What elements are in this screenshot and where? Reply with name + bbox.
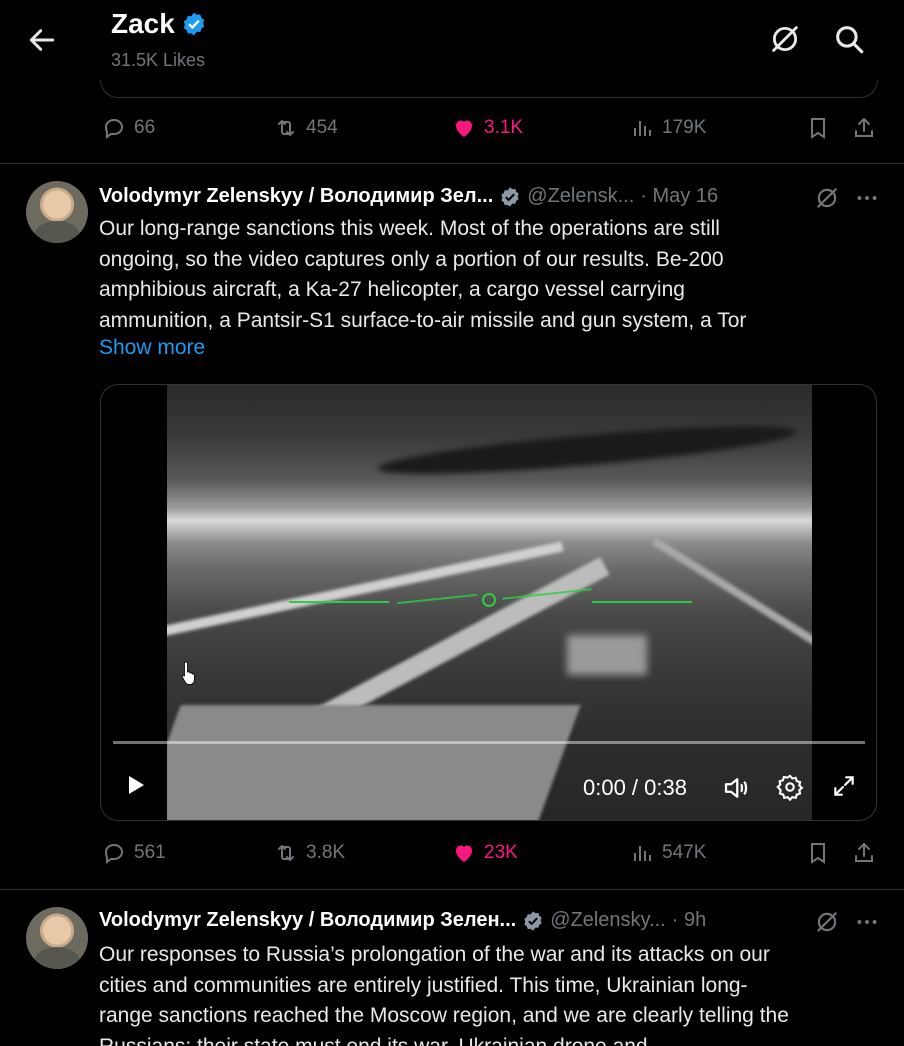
more-icon[interactable] xyxy=(854,185,880,211)
hud-line xyxy=(592,601,692,603)
cursor-icon xyxy=(181,661,195,685)
heart-icon xyxy=(456,120,472,137)
play-icon[interactable] xyxy=(123,773,147,797)
repost-icon xyxy=(278,120,294,136)
tweet-actions: 561 3.8K 23K 547K xyxy=(100,837,880,873)
profile-header: Zack 31.5K Likes xyxy=(0,0,904,80)
views-button[interactable]: 547K xyxy=(630,841,706,865)
views-icon xyxy=(634,121,651,136)
tweet-header: Volodymyr Zelenskyy / Володимир Зел... @… xyxy=(99,185,718,208)
text-line: Our long-range sanctions this week. Most… xyxy=(99,217,720,240)
text-line: ammunition, a Pantsir-S1 surface-to-air … xyxy=(99,308,747,332)
views-count: 179K xyxy=(662,117,707,138)
avatar[interactable] xyxy=(26,181,88,243)
settings-icon[interactable] xyxy=(776,773,804,801)
repost-button[interactable]: 3.8K xyxy=(274,841,345,865)
text-line: Our responses to Russia’s prolongation o… xyxy=(99,943,770,966)
reply-button[interactable]: 561 xyxy=(102,841,166,865)
video-player[interactable]: 0:00 / 0:38 xyxy=(100,384,877,821)
text-line: Russians: their state must end its war. … xyxy=(99,1034,648,1046)
grok-icon[interactable] xyxy=(814,185,840,211)
back-arrow-icon[interactable] xyxy=(26,24,58,56)
reply-icon xyxy=(104,118,124,139)
text-line: cities and communities are entirely just… xyxy=(99,973,748,997)
repost-count: 454 xyxy=(306,117,338,138)
share-icon xyxy=(855,842,873,862)
reply-icon xyxy=(104,843,124,864)
tweet-text: Our long-range sanctions this week. Most… xyxy=(99,214,869,336)
repost-icon xyxy=(278,845,294,861)
text-line: ongoing, so the video captures only a po… xyxy=(99,247,724,271)
repost-count: 3.8K xyxy=(306,842,346,863)
cloud-band xyxy=(376,416,798,484)
views-icon xyxy=(634,846,651,861)
share-icon xyxy=(855,117,873,137)
verified-icon xyxy=(524,910,542,931)
grok-icon[interactable] xyxy=(768,22,802,56)
verified-icon xyxy=(501,186,519,207)
search-icon[interactable] xyxy=(832,22,866,56)
hud-line xyxy=(397,593,477,605)
author-handle[interactable]: @Zelensk... xyxy=(527,185,634,208)
hud-reticle xyxy=(482,593,496,607)
volume-icon[interactable] xyxy=(721,773,751,803)
hud-line xyxy=(289,601,389,603)
author-name[interactable]: Volodymyr Zelenskyy / Володимир Зел... xyxy=(99,185,493,208)
hangars xyxy=(567,635,647,675)
like-button[interactable]: 23K xyxy=(452,841,518,865)
views-count: 547K xyxy=(662,842,707,863)
video-time: 0:00 / 0:38 xyxy=(583,775,687,800)
video-progress-bar[interactable] xyxy=(113,741,865,744)
tweet-time[interactable]: · May 16 xyxy=(640,185,718,208)
like-button[interactable]: 3.1K xyxy=(452,116,523,140)
more-icon[interactable] xyxy=(854,909,880,935)
runway-apron xyxy=(167,705,581,820)
tweet-header-actions xyxy=(814,909,880,935)
heart-icon xyxy=(456,845,472,862)
tweet-text: Our responses to Russia’s prolongation o… xyxy=(99,940,879,1046)
tweet-actions: 66 454 3.1K 179K xyxy=(100,112,880,148)
runway-stripe xyxy=(651,537,812,661)
show-more-link[interactable]: Show more xyxy=(99,336,205,360)
like-count: 3.1K xyxy=(484,117,524,138)
tweet-time[interactable]: · 9h xyxy=(672,909,706,932)
share-button[interactable] xyxy=(852,116,876,140)
text-line: range sanctions reached the Moscow regio… xyxy=(99,1004,789,1027)
bookmark-icon xyxy=(811,118,825,139)
tweet-header-actions xyxy=(814,185,880,211)
author-name[interactable]: Volodymyr Zelenskyy / Володимир Зелен... xyxy=(99,909,516,932)
reply-count: 561 xyxy=(134,842,166,863)
text-line: amphibious aircraft, a Ka-27 helicopter,… xyxy=(99,278,685,301)
views-button[interactable]: 179K xyxy=(630,116,706,140)
tweet[interactable]: Volodymyr Zelenskyy / Володимир Зелен...… xyxy=(0,889,904,1046)
fullscreen-icon[interactable] xyxy=(831,773,857,799)
like-count: 23K xyxy=(484,842,518,863)
share-button[interactable] xyxy=(852,841,876,865)
bookmark-button[interactable] xyxy=(806,116,830,140)
verified-icon xyxy=(183,12,205,36)
profile-name: Zack xyxy=(111,8,175,39)
avatar[interactable] xyxy=(26,907,88,969)
reply-button[interactable]: 66 xyxy=(102,116,155,140)
profile-title: Zack xyxy=(111,8,207,40)
tweet-header: Volodymyr Zelenskyy / Володимир Зелен...… xyxy=(99,909,706,932)
bookmark-button[interactable] xyxy=(806,841,830,865)
video-frame xyxy=(167,385,812,820)
reply-count: 66 xyxy=(134,117,156,138)
author-handle[interactable]: @Zelensky... xyxy=(550,909,666,932)
grok-icon[interactable] xyxy=(814,909,840,935)
likes-count: 31.5K Likes xyxy=(111,50,206,70)
bookmark-icon xyxy=(811,843,825,864)
repost-button[interactable]: 454 xyxy=(274,116,338,140)
